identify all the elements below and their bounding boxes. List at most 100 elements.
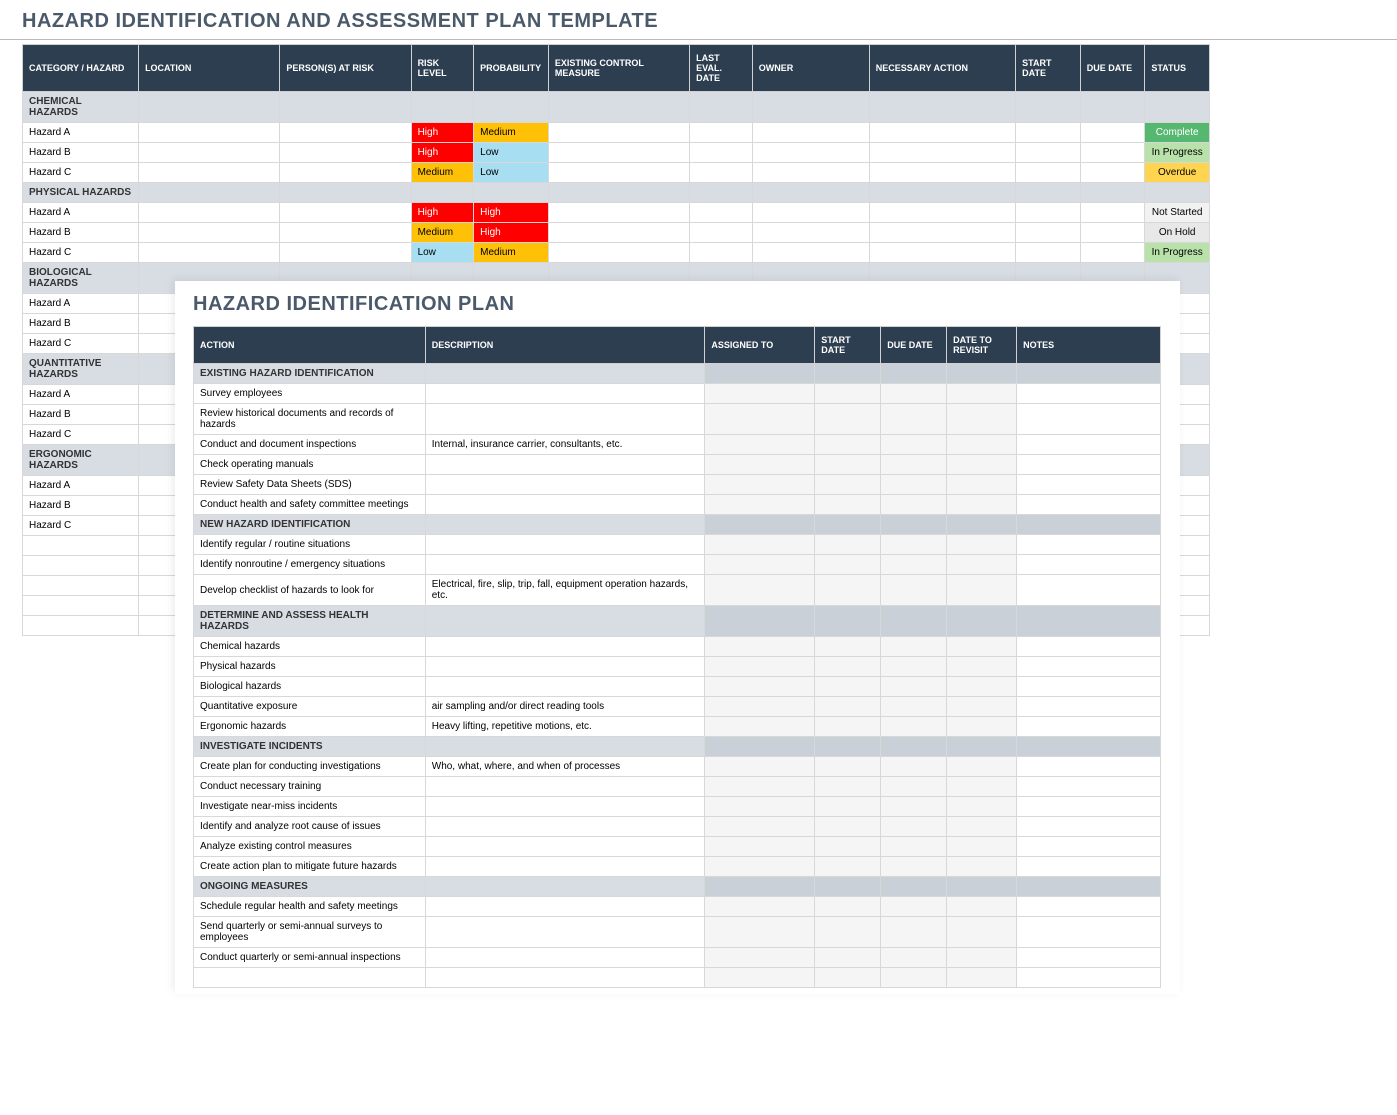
cell[interactable] (815, 897, 881, 917)
cell[interactable] (1017, 717, 1161, 737)
cell[interactable] (815, 968, 881, 988)
cell[interactable] (1080, 92, 1145, 123)
cell[interactable] (947, 404, 1017, 435)
cell[interactable] (815, 637, 881, 657)
cell[interactable] (815, 837, 881, 857)
cell[interactable] (705, 515, 815, 535)
cell[interactable]: Hazard C (23, 516, 139, 536)
cell[interactable] (881, 697, 947, 717)
cell[interactable] (752, 163, 869, 183)
cell[interactable] (1017, 555, 1161, 575)
cell[interactable] (1017, 475, 1161, 495)
cell[interactable] (690, 243, 753, 263)
cell[interactable]: Review Safety Data Sheets (SDS) (194, 475, 426, 495)
cell[interactable] (815, 677, 881, 697)
cell[interactable] (947, 384, 1017, 404)
cell[interactable] (881, 555, 947, 575)
cell[interactable]: Analyze existing control measures (194, 837, 426, 857)
cell[interactable] (815, 777, 881, 797)
cell[interactable] (1017, 515, 1161, 535)
cell[interactable]: BIOLOGICAL HAZARDS (23, 263, 139, 294)
cell[interactable]: Hazard C (23, 334, 139, 354)
cell[interactable] (881, 677, 947, 697)
cell[interactable] (705, 364, 815, 384)
cell[interactable] (705, 717, 815, 737)
cell[interactable] (881, 717, 947, 737)
cell[interactable]: Conduct health and safety committee meet… (194, 495, 426, 515)
cell[interactable] (947, 575, 1017, 606)
cell[interactable] (815, 697, 881, 717)
cell[interactable]: Low (474, 163, 549, 183)
cell[interactable] (280, 243, 411, 263)
cell[interactable] (705, 737, 815, 757)
cell[interactable]: INVESTIGATE INCIDENTS (194, 737, 426, 757)
cell[interactable] (705, 606, 815, 637)
cell[interactable]: Hazard A (23, 385, 139, 405)
cell[interactable]: Medium (474, 123, 549, 143)
cell[interactable] (705, 495, 815, 515)
cell[interactable] (1017, 757, 1161, 777)
cell[interactable] (752, 203, 869, 223)
cell[interactable] (425, 404, 705, 435)
cell[interactable] (881, 637, 947, 657)
cell[interactable] (280, 163, 411, 183)
cell[interactable] (705, 837, 815, 857)
cell[interactable] (425, 817, 705, 837)
cell[interactable] (705, 404, 815, 435)
cell[interactable] (1017, 637, 1161, 657)
cell[interactable] (752, 223, 869, 243)
cell[interactable] (705, 455, 815, 475)
cell[interactable] (690, 143, 753, 163)
cell[interactable]: Physical hazards (194, 657, 426, 677)
cell[interactable] (947, 364, 1017, 384)
cell[interactable] (139, 243, 280, 263)
cell[interactable]: Biological hazards (194, 677, 426, 697)
cell[interactable] (881, 737, 947, 757)
cell[interactable]: PHYSICAL HAZARDS (23, 183, 139, 203)
cell[interactable] (881, 817, 947, 837)
cell[interactable] (425, 535, 705, 555)
cell[interactable] (425, 777, 705, 797)
cell[interactable] (425, 555, 705, 575)
cell[interactable] (815, 917, 881, 948)
cell[interactable] (947, 697, 1017, 717)
cell[interactable] (194, 968, 426, 988)
cell[interactable]: Hazard A (23, 203, 139, 223)
cell[interactable] (425, 797, 705, 817)
cell[interactable] (280, 183, 411, 203)
cell[interactable] (411, 92, 474, 123)
cell[interactable] (1080, 183, 1145, 203)
cell[interactable]: Conduct necessary training (194, 777, 426, 797)
cell[interactable]: CHEMICAL HAZARDS (23, 92, 139, 123)
cell[interactable]: Hazard C (23, 243, 139, 263)
cell[interactable] (1017, 535, 1161, 555)
cell[interactable] (815, 384, 881, 404)
cell[interactable] (280, 123, 411, 143)
cell[interactable] (705, 575, 815, 606)
cell[interactable] (1017, 657, 1161, 677)
cell[interactable] (947, 877, 1017, 897)
cell[interactable] (1016, 163, 1081, 183)
cell[interactable] (705, 697, 815, 717)
cell[interactable] (881, 797, 947, 817)
cell[interactable]: DETERMINE AND ASSESS HEALTH HAZARDS (194, 606, 426, 637)
cell[interactable]: Create action plan to mitigate future ha… (194, 857, 426, 877)
cell[interactable] (947, 475, 1017, 495)
cell[interactable]: Medium (411, 163, 474, 183)
cell[interactable] (1016, 92, 1081, 123)
cell[interactable] (1016, 123, 1081, 143)
cell[interactable] (947, 917, 1017, 948)
cell[interactable] (280, 143, 411, 163)
cell[interactable] (139, 183, 280, 203)
cell[interactable]: Hazard B (23, 405, 139, 425)
cell[interactable] (474, 92, 549, 123)
cell[interactable] (425, 968, 705, 988)
cell[interactable] (947, 897, 1017, 917)
cell[interactable]: ERGONOMIC HAZARDS (23, 445, 139, 476)
cell[interactable]: Heavy lifting, repetitive motions, etc. (425, 717, 705, 737)
cell[interactable] (881, 384, 947, 404)
cell[interactable] (139, 92, 280, 123)
cell[interactable] (1016, 183, 1081, 203)
cell[interactable] (881, 515, 947, 535)
cell[interactable] (947, 637, 1017, 657)
